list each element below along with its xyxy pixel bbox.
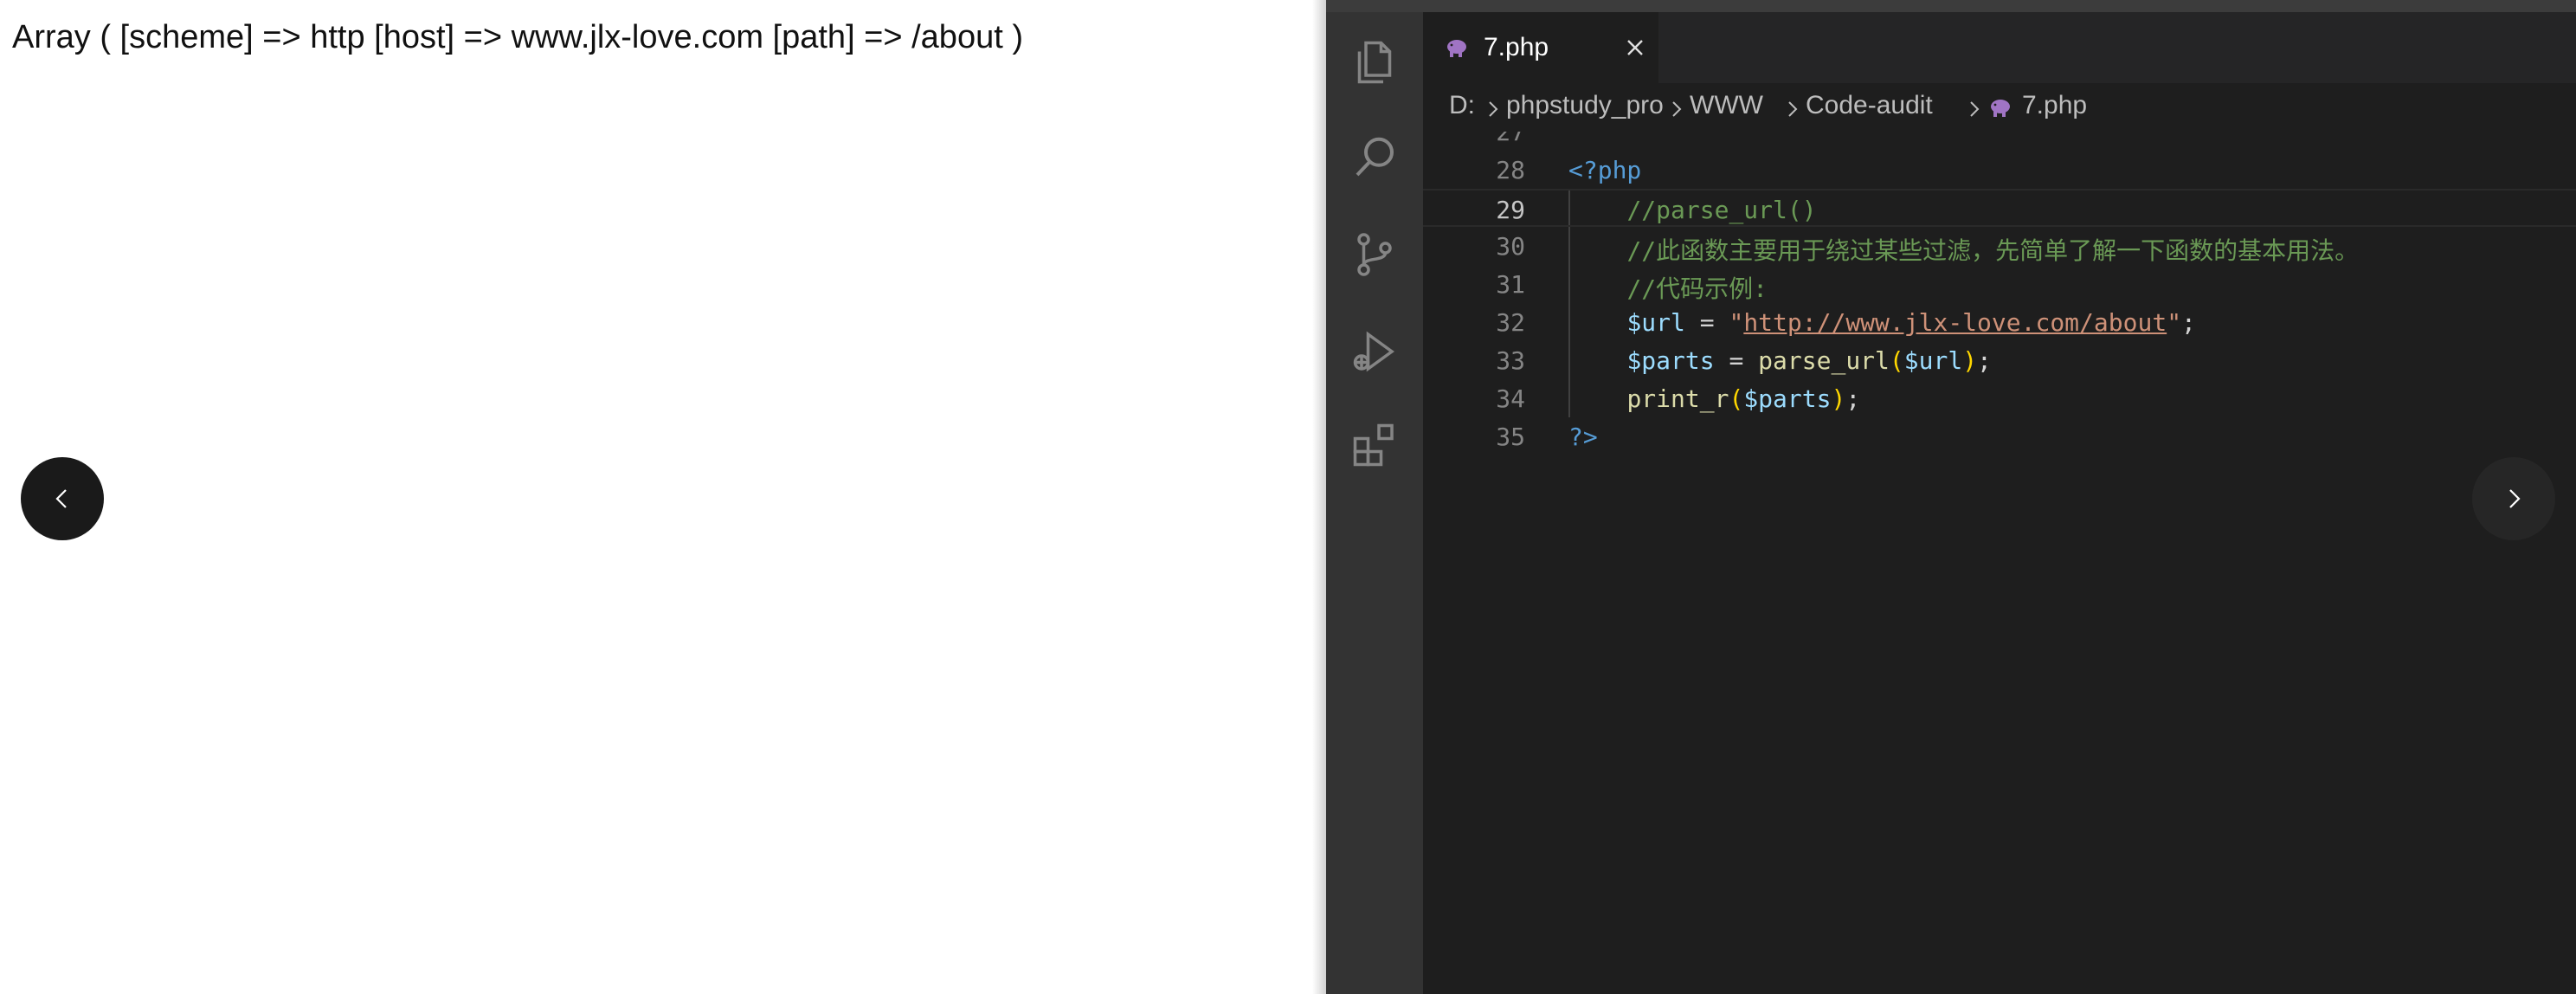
code-text: <?php — [1568, 156, 1641, 184]
extensions-icon[interactable] — [1349, 419, 1401, 471]
code-line[interactable]: 31 //代码示例: — [1423, 265, 2576, 303]
line-number: 32 — [1496, 308, 1525, 337]
chevron-right-icon — [1669, 97, 1684, 118]
php-elephant-icon — [1987, 96, 2013, 119]
code-text: print_r($parts); — [1568, 384, 1860, 413]
code-token: ; — [1977, 346, 1992, 375]
code-token: $url — [1903, 346, 1963, 375]
line-number: 34 — [1496, 384, 1525, 413]
next-slide-button[interactable] — [2472, 457, 2555, 540]
code-line[interactable]: 27 — [1423, 132, 2576, 151]
breadcrumb-item-drive[interactable]: D: — [1449, 91, 1475, 120]
line-number: 28 — [1496, 156, 1525, 184]
close-icon[interactable] — [1620, 33, 1650, 62]
browser-output-pane: Array ( [scheme] => http [host] => www.j… — [0, 0, 1326, 994]
chevron-left-icon — [55, 489, 67, 508]
line-number: 29 — [1496, 196, 1525, 224]
code-token: ; — [1845, 384, 1861, 413]
code-token: ; — [2181, 308, 2196, 337]
line-number: 30 — [1496, 232, 1525, 261]
code-line[interactable]: 34 print_r($parts); — [1423, 379, 2576, 417]
activity-bar — [1326, 12, 1423, 994]
code-token: //此函数主要用于绕过某些过滤，先简单了解一下函数的基本用法。 — [1626, 236, 2360, 265]
code-text: ?> — [1568, 423, 1598, 451]
code-token: ( — [1889, 346, 1904, 375]
code-token: print_r — [1626, 384, 1729, 413]
code-token: //parse_url() — [1626, 196, 1817, 224]
code-area[interactable]: 27 28 <?php 29 //parse_url() 30 //此函数主要用于绕过某… — [1423, 132, 2576, 994]
tab-7-php[interactable]: 7.php — [1423, 12, 1658, 83]
line-number: 35 — [1496, 423, 1525, 451]
code-token: <?php — [1568, 156, 1642, 184]
code-line[interactable]: 33 $parts = parse_url($url); — [1423, 341, 2576, 379]
run-debug-icon[interactable] — [1349, 326, 1401, 378]
print-r-output: Array ( [scheme] => http [host] => www.j… — [12, 19, 1023, 55]
code-token: = — [1714, 346, 1759, 375]
code-token: " — [1729, 308, 1744, 337]
code-token: $parts — [1743, 384, 1832, 413]
chevron-right-icon — [2509, 489, 2521, 508]
code-token: $parts — [1626, 346, 1715, 375]
code-line[interactable]: 35 ?> — [1423, 417, 2576, 455]
files-icon[interactable] — [1349, 36, 1401, 88]
code-text: //代码示例: — [1568, 270, 1768, 305]
code-token: " — [2167, 308, 2182, 337]
code-line[interactable]: 30 //此函数主要用于绕过某些过滤，先简单了解一下函数的基本用法。 — [1423, 227, 2576, 265]
breadcrumb-item-phpstudy[interactable]: phpstudy_pro — [1506, 91, 1664, 120]
source-control-icon[interactable] — [1349, 229, 1401, 281]
code-token: ( — [1729, 384, 1744, 413]
chevron-right-icon — [1785, 97, 1800, 118]
code-token: ) — [1962, 346, 1978, 375]
code-text: $url = "http://www.jlx-love.com/about"; — [1568, 308, 2196, 337]
code-token: //代码示例: — [1626, 274, 1768, 303]
code-token: ?> — [1568, 423, 1598, 451]
code-token: http://www.jlx-love.com/about — [1743, 308, 2167, 337]
title-strip — [1326, 0, 2576, 12]
breadcrumb-item-www[interactable]: WWW — [1690, 91, 1763, 120]
chevron-right-icon — [1485, 97, 1501, 118]
line-number: 33 — [1496, 346, 1525, 375]
code-token: parse_url — [1758, 346, 1890, 375]
code-line[interactable]: 29 //parse_url() — [1423, 189, 2576, 227]
code-text: //此函数主要用于绕过某些过滤，先简单了解一下函数的基本用法。 — [1568, 232, 2359, 267]
breadcrumb-item-code-audit[interactable]: Code-audit — [1806, 91, 1933, 120]
code-text: //parse_url() — [1568, 196, 1817, 224]
code-token: ) — [1831, 384, 1846, 413]
chevron-right-icon — [1967, 97, 1982, 118]
line-number: 31 — [1496, 270, 1525, 299]
code-token: = — [1684, 308, 1729, 337]
previous-slide-button[interactable] — [21, 457, 104, 540]
breadcrumb: D: phpstudy_pro WWW Code-audit 7.php — [1423, 83, 2576, 132]
line-number: 27 — [1496, 132, 1525, 146]
tab-label: 7.php — [1484, 33, 1549, 61]
tabs-bar: 7.php — [1423, 12, 2576, 83]
code-line[interactable]: 28 <?php — [1423, 151, 2576, 189]
php-elephant-icon — [1444, 36, 1470, 59]
code-editor: 7.php D: phpstudy_pro WWW Code-audit 7.p… — [1312, 0, 2576, 994]
search-icon[interactable] — [1349, 132, 1401, 184]
code-line[interactable]: 32 $url = "http://www.jlx-love.com/about… — [1423, 303, 2576, 341]
code-token: $url — [1626, 308, 1685, 337]
breadcrumb-item-file[interactable]: 7.php — [2022, 91, 2087, 120]
code-text: $parts = parse_url($url); — [1568, 346, 1992, 375]
